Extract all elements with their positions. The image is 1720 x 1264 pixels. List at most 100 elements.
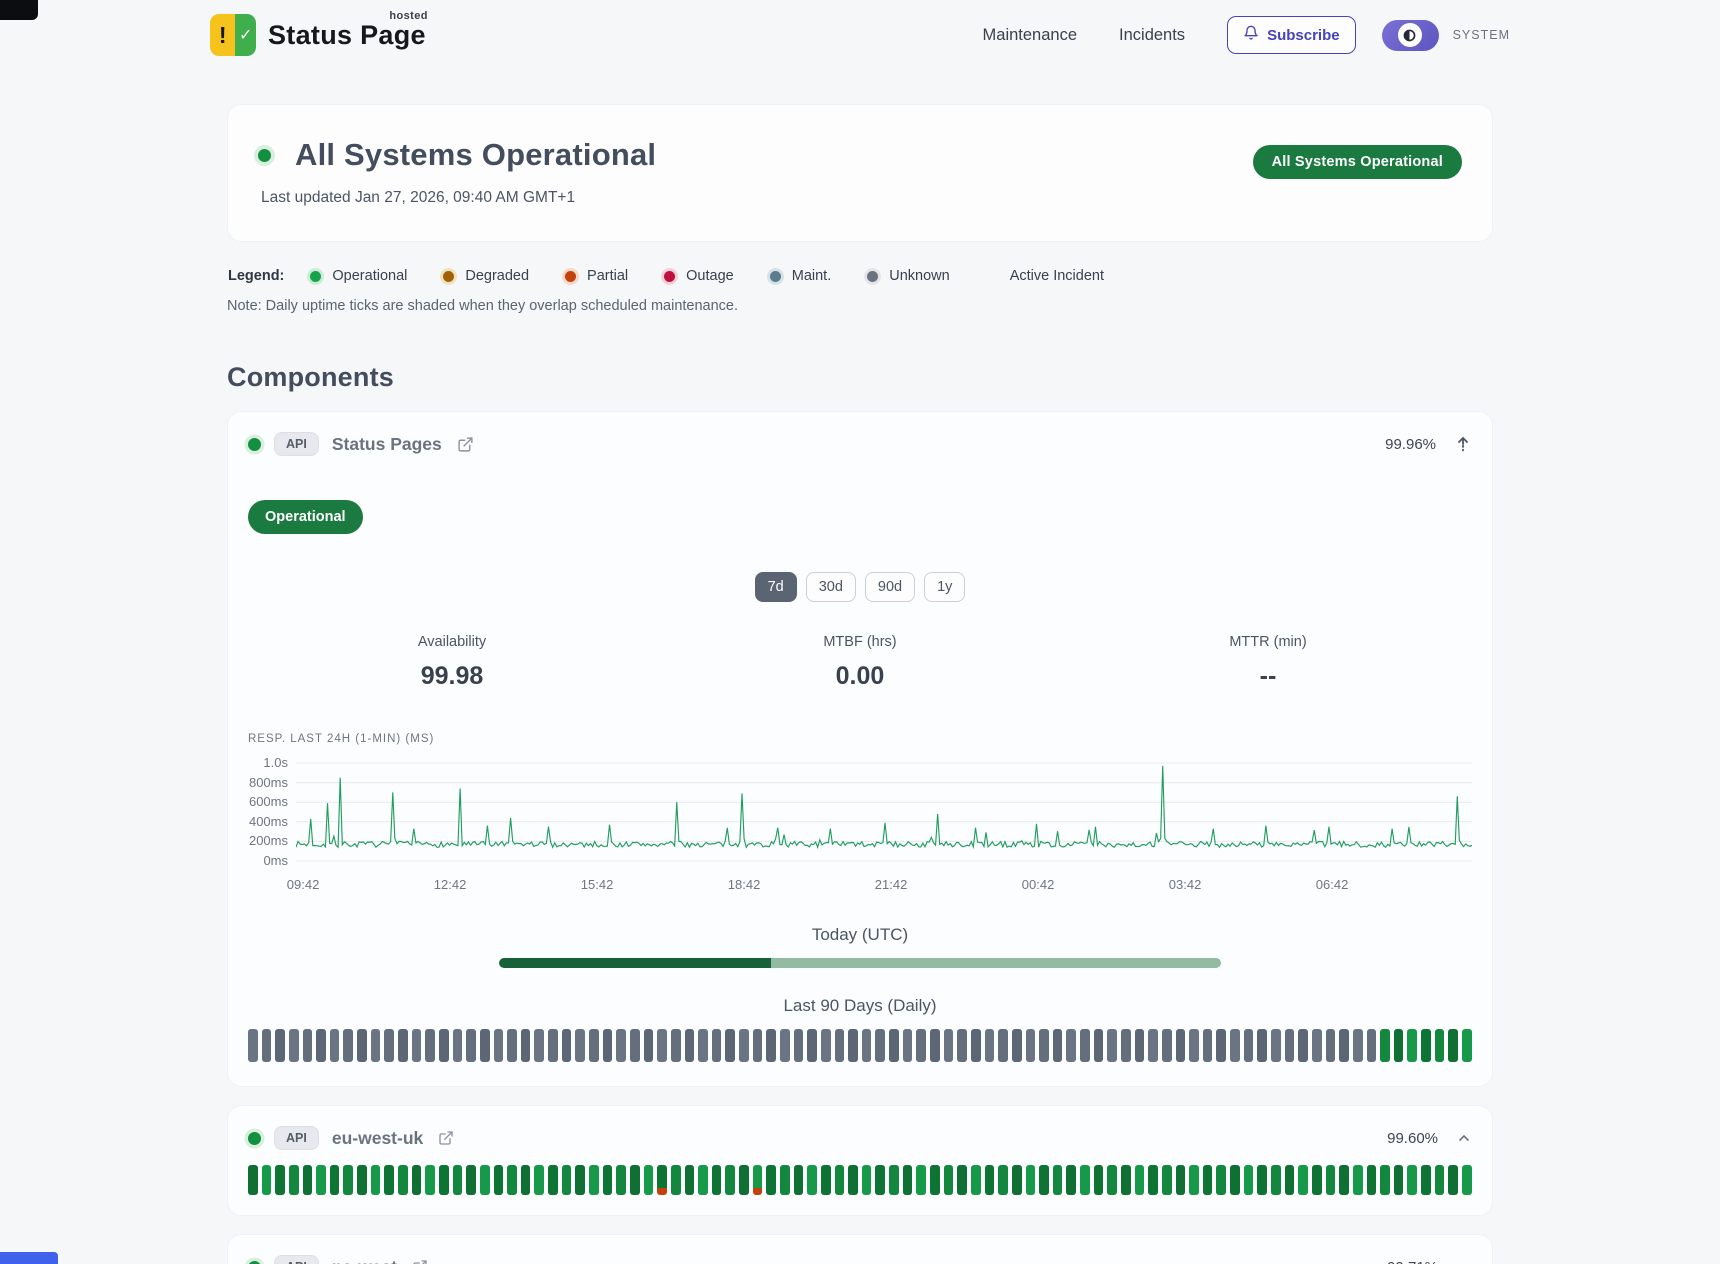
uptime-tick[interactable] [589, 1029, 599, 1062]
uptime-tick[interactable] [1080, 1165, 1090, 1195]
uptime-tick[interactable] [753, 1029, 763, 1062]
uptime-tick[interactable] [1107, 1029, 1117, 1062]
uptime-tick[interactable] [821, 1029, 831, 1062]
uptime-tick[interactable] [1448, 1165, 1458, 1195]
uptime-tick[interactable] [630, 1029, 640, 1062]
uptime-tick[interactable] [1312, 1029, 1322, 1062]
uptime-tick[interactable] [848, 1165, 858, 1195]
expand-icon[interactable] [1456, 1260, 1472, 1264]
uptime-tick[interactable] [494, 1165, 504, 1195]
uptime-tick[interactable] [1339, 1029, 1349, 1062]
uptime-tick[interactable] [712, 1029, 722, 1062]
uptime-tick[interactable] [330, 1029, 340, 1062]
uptime-tick[interactable] [357, 1029, 367, 1062]
uptime-tick[interactable] [998, 1165, 1008, 1195]
uptime-tick[interactable] [425, 1029, 435, 1062]
uptime-tick[interactable] [398, 1165, 408, 1195]
uptime-tick[interactable] [616, 1029, 626, 1062]
uptime-tick[interactable] [534, 1029, 544, 1062]
uptime-tick[interactable] [1203, 1165, 1213, 1195]
uptime-tick[interactable] [971, 1029, 981, 1062]
uptime-tick[interactable] [453, 1029, 463, 1062]
uptime-tick[interactable] [480, 1165, 490, 1195]
uptime-tick[interactable] [971, 1165, 981, 1195]
uptime-tick[interactable] [521, 1165, 531, 1195]
uptime-tick[interactable] [330, 1165, 340, 1195]
uptime-tick[interactable] [262, 1165, 272, 1195]
uptime-tick[interactable] [671, 1029, 681, 1062]
uptime-tick[interactable] [1026, 1165, 1036, 1195]
uptime-tick[interactable] [1257, 1029, 1267, 1062]
uptime-tick[interactable] [1039, 1029, 1049, 1062]
uptime-tick[interactable] [412, 1029, 422, 1062]
uptime-tick[interactable] [903, 1029, 913, 1062]
uptime-tick[interactable] [453, 1165, 463, 1195]
uptime-tick[interactable] [1462, 1029, 1472, 1062]
uptime-tick[interactable] [1176, 1029, 1186, 1062]
uptime-tick[interactable] [1053, 1029, 1063, 1062]
collapse-icon[interactable] [1454, 434, 1472, 454]
uptime-tick[interactable] [548, 1165, 558, 1195]
uptime-tick[interactable] [698, 1029, 708, 1062]
nav-maintenance[interactable]: Maintenance [983, 26, 1077, 45]
uptime-tick[interactable] [507, 1029, 517, 1062]
uptime-tick[interactable] [562, 1029, 572, 1062]
uptime-tick[interactable] [616, 1165, 626, 1195]
uptime-tick[interactable] [930, 1165, 940, 1195]
uptime-tick[interactable] [371, 1029, 381, 1062]
uptime-tick[interactable] [289, 1165, 299, 1195]
uptime-tick[interactable] [944, 1029, 954, 1062]
uptime-tick[interactable] [644, 1029, 654, 1062]
subscribe-button[interactable]: Subscribe [1227, 16, 1356, 54]
uptime-tick[interactable] [657, 1029, 667, 1062]
uptime-tick[interactable] [1135, 1165, 1145, 1195]
uptime-tick[interactable] [766, 1029, 776, 1062]
uptime-tick[interactable] [1066, 1165, 1076, 1195]
uptime-tick[interactable] [248, 1029, 258, 1062]
uptime-tick[interactable] [1421, 1029, 1431, 1062]
uptime-tick[interactable] [766, 1165, 776, 1195]
uptime-tick[interactable] [862, 1029, 872, 1062]
uptime-tick[interactable] [957, 1029, 967, 1062]
uptime-tick[interactable] [1298, 1029, 1308, 1062]
uptime-tick[interactable] [903, 1165, 913, 1195]
uptime-tick[interactable] [630, 1165, 640, 1195]
external-link-icon[interactable] [438, 1130, 454, 1146]
uptime-tick[interactable] [1121, 1029, 1131, 1062]
external-link-icon[interactable] [412, 1259, 428, 1264]
uptime-tick[interactable] [1271, 1029, 1281, 1062]
uptime-tick[interactable] [466, 1029, 476, 1062]
uptime-tick[interactable] [303, 1165, 313, 1195]
theme-toggle[interactable] [1382, 20, 1439, 51]
uptime-tick[interactable] [685, 1165, 695, 1195]
uptime-tick[interactable] [289, 1029, 299, 1062]
uptime-tick[interactable] [957, 1165, 967, 1195]
uptime-tick[interactable] [1407, 1165, 1417, 1195]
uptime-tick[interactable] [1435, 1029, 1445, 1062]
uptime-tick[interactable] [1244, 1165, 1254, 1195]
uptime-tick[interactable] [1407, 1029, 1417, 1062]
uptime-tick[interactable] [548, 1029, 558, 1062]
uptime-tick[interactable] [1107, 1165, 1117, 1195]
uptime-tick[interactable] [1216, 1165, 1226, 1195]
uptime-tick[interactable] [1462, 1165, 1472, 1195]
uptime-tick[interactable] [1367, 1029, 1377, 1062]
uptime-tick[interactable] [1435, 1165, 1445, 1195]
uptime-tick[interactable] [1094, 1029, 1104, 1062]
uptime-tick[interactable] [1380, 1029, 1390, 1062]
uptime-tick[interactable] [657, 1165, 667, 1195]
uptime-tick[interactable] [1448, 1029, 1458, 1062]
uptime-tick[interactable] [794, 1029, 804, 1062]
uptime-tick[interactable] [1285, 1165, 1295, 1195]
uptime-tick[interactable] [1162, 1165, 1172, 1195]
uptime-tick[interactable] [262, 1029, 272, 1062]
uptime-tick[interactable] [1012, 1029, 1022, 1062]
uptime-tick[interactable] [1216, 1029, 1226, 1062]
uptime-tick[interactable] [1353, 1165, 1363, 1195]
uptime-tick[interactable] [712, 1165, 722, 1195]
uptime-tick[interactable] [998, 1029, 1008, 1062]
uptime-tick[interactable] [575, 1029, 585, 1062]
uptime-tick[interactable] [807, 1165, 817, 1195]
uptime-tick[interactable] [1394, 1029, 1404, 1062]
uptime-tick[interactable] [1039, 1165, 1049, 1195]
